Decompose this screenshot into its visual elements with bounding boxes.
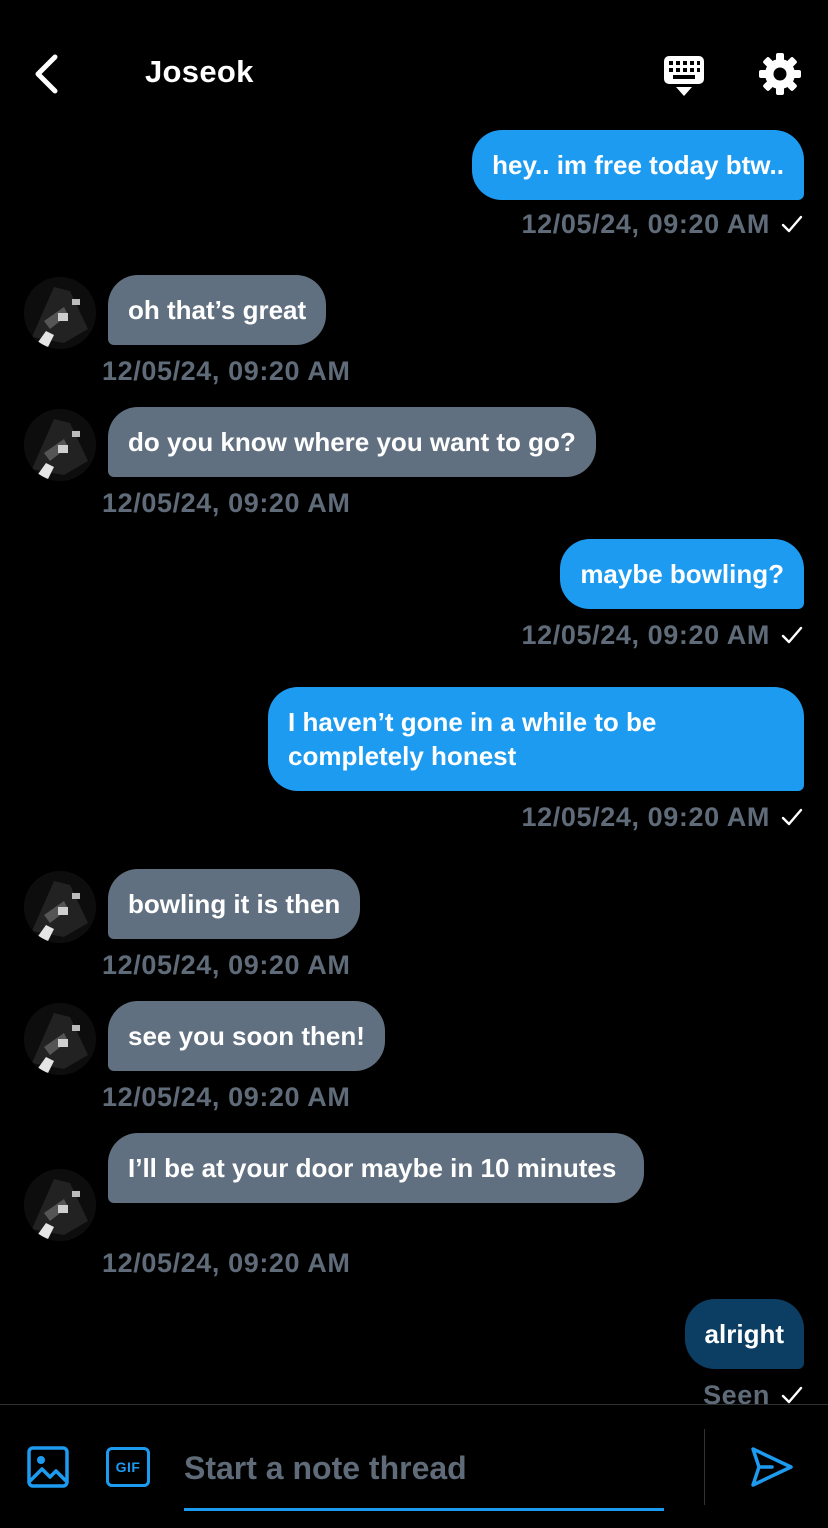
avatar[interactable] (24, 1169, 96, 1241)
message-timestamp: 12/05/24, 09:20 AM (102, 356, 351, 386)
seen-text: Seen (703, 1380, 770, 1404)
composer-divider (704, 1429, 705, 1505)
keyboard-icon (664, 56, 704, 96)
message-timestamp: 12/05/24, 09:20 AM (522, 619, 804, 651)
message-timestamp: 12/05/24, 09:20 AM (522, 801, 804, 833)
timestamp-text: 12/05/24, 09:20 AM (521, 802, 770, 832)
composer-bar: GIF (0, 1404, 828, 1528)
gif-button[interactable]: GIF (106, 1447, 150, 1487)
incoming-message-bubble[interactable]: I’ll be at your door maybe in 10 minutes (108, 1133, 644, 1203)
avatar[interactable] (24, 871, 96, 943)
message-thread[interactable]: hey.. im free today btw.. 12/05/24, 09:2… (0, 128, 828, 1404)
message-timestamp: 12/05/24, 09:20 AM (102, 1082, 351, 1112)
timestamp-text: 12/05/24, 09:20 AM (521, 620, 770, 650)
gear-icon (759, 53, 801, 95)
check-icon (781, 626, 803, 644)
send-button[interactable] (748, 1443, 796, 1491)
keyboard-button[interactable] (660, 52, 708, 100)
seen-status: Seen (703, 1379, 804, 1404)
outgoing-message-bubble[interactable]: alright (684, 1299, 804, 1369)
incoming-message-bubble[interactable]: oh that’s great (108, 275, 327, 345)
avatar[interactable] (24, 277, 96, 349)
outgoing-message-bubble[interactable]: I haven’t gone in a while to be complete… (268, 687, 804, 791)
check-icon (781, 1386, 803, 1404)
message-timestamp: 12/05/24, 09:20 AM (522, 208, 804, 240)
chevron-left-icon (35, 54, 58, 94)
note-thread-input[interactable] (184, 1435, 664, 1511)
incoming-message-bubble[interactable]: do you know where you want to go? (108, 407, 596, 477)
send-icon (751, 1447, 793, 1487)
message-timestamp: 12/05/24, 09:20 AM (102, 488, 351, 518)
check-icon (781, 808, 803, 826)
message-timestamp: 12/05/24, 09:20 AM (102, 950, 351, 980)
avatar[interactable] (24, 1003, 96, 1075)
back-button[interactable] (24, 50, 68, 98)
avatar[interactable] (24, 409, 96, 481)
settings-button[interactable] (756, 50, 804, 98)
incoming-message-bubble[interactable]: bowling it is then (108, 869, 361, 939)
outgoing-message-bubble[interactable]: hey.. im free today btw.. (472, 130, 804, 200)
timestamp-text: 12/05/24, 09:20 AM (521, 209, 770, 239)
check-icon (781, 215, 803, 233)
image-icon (27, 1446, 69, 1488)
incoming-message-bubble[interactable]: see you soon then! (108, 1001, 385, 1071)
conversation-title: Joseok (145, 54, 254, 89)
conversation-header: Joseok (0, 0, 828, 130)
message-timestamp: 12/05/24, 09:20 AM (102, 1248, 351, 1278)
add-image-button[interactable] (26, 1445, 70, 1489)
outgoing-message-bubble[interactable]: maybe bowling? (560, 539, 804, 609)
